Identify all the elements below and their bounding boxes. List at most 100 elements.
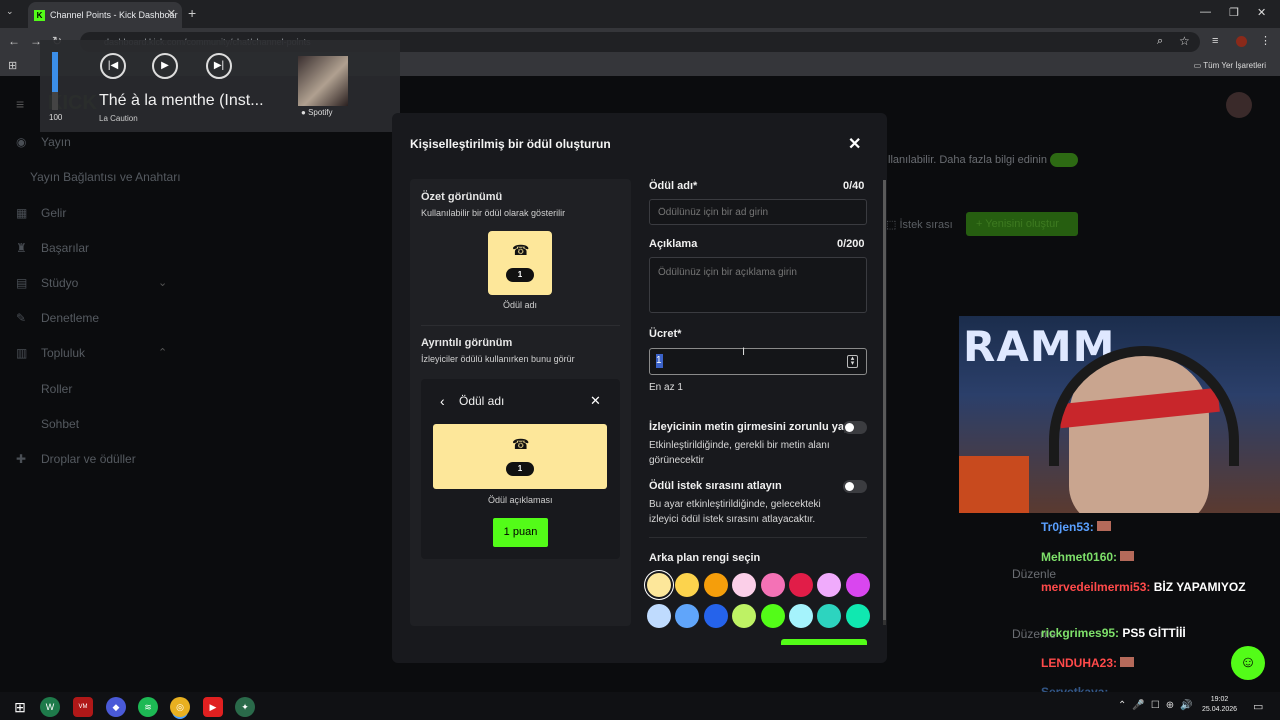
summary-subtitle: Kullanılabilir bir ödül olarak gösterili… bbox=[421, 208, 566, 218]
app-icon-2[interactable]: ✦ bbox=[235, 697, 255, 717]
detail-close-icon[interactable]: ✕ bbox=[590, 393, 601, 409]
sidebar-item-stream-key[interactable]: Yayın Bağlantısı ve Anahtarı bbox=[30, 170, 181, 184]
minimize-icon[interactable]: — bbox=[1200, 6, 1211, 18]
hamburger-icon[interactable]: ≡ bbox=[16, 96, 24, 112]
queue-label: İstek sırası bbox=[899, 219, 953, 231]
color-swatch[interactable] bbox=[647, 604, 671, 628]
browser-tab[interactable]: K Channel Points - Kick Dashboar ✕ bbox=[28, 2, 182, 28]
chevron-up-icon[interactable]: ⌃ bbox=[158, 346, 167, 359]
media-control-icon[interactable]: ≡ bbox=[1212, 35, 1218, 47]
tab-close-icon[interactable]: ✕ bbox=[167, 7, 176, 20]
sidebar-item-roller[interactable]: Roller bbox=[41, 382, 72, 396]
price-input[interactable] bbox=[649, 348, 867, 375]
detail-subtitle: İzleyiciler ödülü kullanırken bunu görür bbox=[421, 354, 575, 364]
price-stepper-icon[interactable]: ▴ ▾ bbox=[847, 355, 858, 368]
all-bookmarks[interactable]: ▭ Tüm Yer İşaretleri bbox=[1194, 61, 1266, 70]
studio-icon: ▤ bbox=[16, 276, 28, 290]
tab-search-icon[interactable]: ⌄ bbox=[6, 6, 14, 17]
window-close-icon[interactable]: ✕ bbox=[1257, 6, 1266, 19]
sidebar-item-basarilar[interactable]: ♜ Başarılar bbox=[16, 241, 89, 255]
color-swatch[interactable] bbox=[703, 573, 728, 597]
chat-user[interactable]: rickgrimes95: bbox=[1041, 626, 1119, 640]
chat-support-icon[interactable]: ☺ bbox=[1231, 646, 1265, 680]
spotify-label: ● Spotify bbox=[301, 108, 333, 117]
sidebar-item-label: Topluluk bbox=[41, 346, 86, 360]
color-swatch[interactable] bbox=[732, 604, 757, 628]
chat-message: Mehmet0160: bbox=[1041, 550, 1135, 564]
apps-grid-icon[interactable]: ⊞ bbox=[8, 59, 17, 72]
emote bbox=[1120, 551, 1135, 561]
modal-scrollbar-thumb[interactable] bbox=[883, 180, 886, 620]
bank-icon: ▦ bbox=[16, 206, 28, 220]
create-new-button[interactable]: + Yenisini oluştur bbox=[966, 212, 1078, 236]
chat-user[interactable]: Mehmet0160: bbox=[1041, 550, 1117, 564]
new-tab-icon[interactable]: + bbox=[188, 5, 196, 21]
chat-user[interactable]: LENDUHA23: bbox=[1041, 656, 1117, 670]
maximize-icon[interactable]: ❐ bbox=[1229, 6, 1239, 19]
color-swatch[interactable] bbox=[845, 573, 870, 597]
zoom-icon[interactable]: ⌕ bbox=[1157, 35, 1163, 48]
community-icon: ▥ bbox=[16, 346, 28, 360]
create-reward-button[interactable] bbox=[781, 639, 867, 645]
create-label: Yenisini oluştur bbox=[985, 218, 1059, 230]
summary-title: Özet görünümü bbox=[421, 191, 503, 203]
color-swatch[interactable] bbox=[760, 604, 785, 628]
wrench-icon: ✎ bbox=[16, 311, 27, 325]
sidebar-item-droplar[interactable]: ✚ Droplar ve ödüller bbox=[16, 452, 136, 466]
back-chevron-icon[interactable]: ‹ bbox=[440, 393, 445, 409]
chevron-down-icon[interactable]: ⌄ bbox=[158, 276, 167, 289]
sidebar-item-topluluk[interactable]: ▥ Topluluk bbox=[16, 346, 85, 360]
sidebar-item-sohbet[interactable]: Sohbet bbox=[41, 417, 79, 431]
webcam-lamp bbox=[959, 456, 1029, 513]
description-label: Açıklama bbox=[649, 238, 698, 250]
reward-card-detail: ☎ 1 bbox=[433, 424, 607, 489]
chat-user[interactable]: Tr0jen53: bbox=[1041, 520, 1094, 534]
price-hint: En az 1 bbox=[649, 382, 683, 393]
sidebar-item-denetleme[interactable]: ✎ Denetleme bbox=[16, 311, 99, 325]
reward-description-input[interactable] bbox=[649, 257, 867, 313]
color-swatch[interactable] bbox=[845, 604, 870, 628]
sidebar-item-yayin[interactable]: ◉ Yayın bbox=[16, 135, 71, 149]
next-track-icon[interactable]: ▶| bbox=[206, 53, 232, 79]
chat-message: LENDUHA23: bbox=[1041, 656, 1135, 670]
notifications-icon[interactable]: ▭ bbox=[1253, 700, 1263, 713]
clock-date: 25.04.2026 bbox=[1202, 706, 1238, 713]
voicemeeter-icon[interactable]: VM bbox=[73, 697, 93, 717]
require-text-toggle[interactable] bbox=[843, 421, 867, 434]
chat-message: Tr0jen53: bbox=[1041, 520, 1112, 534]
sidebar-item-gelir[interactable]: ▦ Gelir bbox=[16, 206, 66, 220]
sidebar-item-studyo[interactable]: ▤ Stüdyo bbox=[16, 276, 78, 290]
reward-name-input[interactable] bbox=[649, 199, 867, 225]
color-swatch[interactable] bbox=[647, 573, 671, 597]
notice-toggle[interactable] bbox=[1050, 153, 1078, 167]
profile-avatar[interactable] bbox=[1236, 36, 1247, 47]
queue-link[interactable]: ⬚ İstek sırası bbox=[886, 218, 953, 231]
color-swatch[interactable] bbox=[789, 604, 813, 628]
spotify-icon[interactable]: ≋ bbox=[138, 697, 158, 717]
broadcast-icon: ◉ bbox=[16, 135, 27, 149]
previous-track-icon[interactable]: |◀ bbox=[100, 53, 126, 79]
windows-start-icon[interactable]: ⊞ bbox=[10, 697, 30, 717]
play-icon[interactable]: ▶ bbox=[152, 53, 178, 79]
skip-queue-toggle[interactable] bbox=[843, 480, 867, 493]
color-swatch[interactable] bbox=[789, 573, 813, 597]
all-bookmarks-label: Tüm Yer İşaretleri bbox=[1203, 61, 1266, 70]
discord-icon[interactable]: ◆ bbox=[106, 697, 126, 717]
system-tray-icons[interactable]: ⌃🎤☐⊕🔊 bbox=[1118, 700, 1199, 711]
chrome-icon[interactable]: ◎ bbox=[170, 697, 190, 717]
app-icon[interactable]: W bbox=[40, 697, 60, 717]
youtube-icon[interactable]: ▶ bbox=[203, 697, 223, 717]
color-swatch[interactable] bbox=[760, 573, 785, 597]
color-swatch[interactable] bbox=[732, 573, 757, 597]
album-art bbox=[298, 56, 348, 106]
clock[interactable]: 19:02 25.04.2026 bbox=[1202, 695, 1237, 715]
color-swatch[interactable] bbox=[703, 604, 728, 628]
reward-cost-pill: 1 bbox=[506, 462, 534, 476]
chat-user[interactable]: mervedeilmermi53: bbox=[1041, 580, 1150, 594]
bookmark-star-icon[interactable]: ☆ bbox=[1179, 34, 1190, 48]
avatar[interactable] bbox=[1226, 92, 1252, 118]
sidebar-item-label: Başarılar bbox=[41, 241, 90, 255]
redeem-button[interactable]: 1 puan bbox=[493, 518, 548, 547]
modal-close-icon[interactable]: ✕ bbox=[848, 134, 861, 154]
menu-icon[interactable]: ⋮ bbox=[1260, 34, 1271, 47]
